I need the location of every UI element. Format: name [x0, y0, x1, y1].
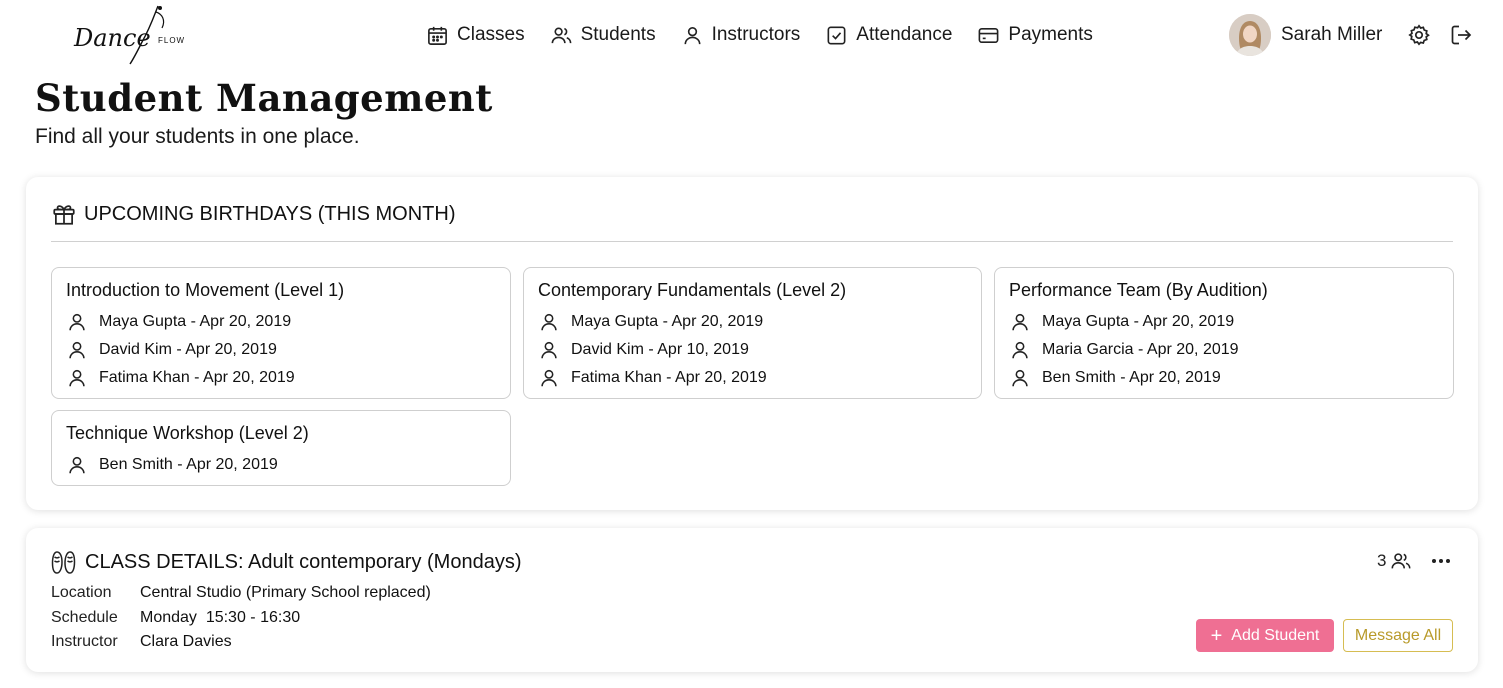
student-item[interactable]: David Kim - Apr 10, 2019 [538, 339, 749, 361]
user-name[interactable]: Sarah Miller [1281, 24, 1382, 46]
student-text: David Kim - Apr 20, 2019 [99, 341, 277, 358]
message-all-label: Message All [1354, 626, 1442, 644]
class-title: Performance Team (By Audition) [1009, 280, 1268, 300]
student-item[interactable]: Maya Gupta - Apr 20, 2019 [538, 311, 763, 333]
detail-label: Location [51, 584, 112, 601]
class-title: Introduction to Movement (Level 1) [66, 280, 345, 300]
avatar[interactable] [1229, 14, 1271, 56]
plus-icon: + [1210, 624, 1223, 647]
student-text: Fatima Khan - Apr 20, 2019 [99, 369, 295, 386]
dance-flow-logo[interactable]: Dance FLOW [70, 2, 200, 66]
page-subtitle: Find all your students in one place. [35, 125, 360, 148]
credit-card-icon [979, 27, 999, 43]
nav-classes[interactable]: Classes [426, 24, 525, 47]
detail-row-instructor: Instructor Clara Davies [51, 633, 232, 651]
user-icon [541, 341, 557, 359]
user-icon [69, 313, 85, 331]
logout-button[interactable] [1448, 22, 1474, 48]
detail-label: Schedule [51, 609, 118, 626]
gear-icon [1408, 24, 1431, 46]
student-item[interactable]: Maya Gupta - Apr 20, 2019 [1009, 311, 1234, 333]
ballet-shoes-icon [51, 551, 76, 574]
more-horizontal-icon [1432, 559, 1450, 563]
user-icon [69, 341, 85, 359]
users-icon [551, 26, 571, 43]
student-item[interactable]: Fatima Khan - Apr 20, 2019 [66, 367, 295, 389]
nav-instructors-label: Instructors [711, 24, 801, 45]
checkbox-icon [827, 26, 846, 44]
logo-graphic: Dance FLOW [73, 5, 185, 65]
student-text: Maya Gupta - Apr 20, 2019 [99, 313, 292, 330]
top-bar: Dance FLOW Classes Students Instructors [0, 0, 1503, 70]
detail-value: Monday 15:30 - 16:30 [140, 609, 301, 626]
detail-value: Central Studio (Primary School replaced) [140, 584, 431, 601]
avatar-image [1229, 14, 1271, 56]
detail-label: Instructor [51, 633, 118, 650]
main-nav: Classes Students Instructors Attendance … [426, 20, 1093, 50]
class-details-card: CLASS DETAILS: Adult contemporary (Monda… [26, 528, 1478, 672]
nav-students-label: Students [580, 24, 656, 45]
logout-icon [1452, 25, 1472, 45]
user-icon [69, 369, 85, 387]
section-divider [51, 241, 1453, 242]
nav-payments-label: Payments [1008, 24, 1093, 45]
student-item[interactable]: David Kim - Apr 20, 2019 [66, 339, 277, 361]
user-icon [541, 369, 557, 387]
class-details-heading: CLASS DETAILS: Adult contemporary (Monda… [85, 550, 522, 573]
student-count[interactable]: 3 [1377, 550, 1412, 572]
class-title: Technique Workshop (Level 2) [66, 423, 309, 443]
student-item[interactable]: Fatima Khan - Apr 20, 2019 [538, 367, 767, 389]
birthday-class-box[interactable]: Performance Team (By Audition) Maya Gupt… [994, 267, 1454, 399]
student-text: Ben Smith - Apr 20, 2019 [1042, 369, 1221, 386]
birthdays-heading: UPCOMING BIRTHDAYS (THIS MONTH) [84, 202, 456, 225]
student-item[interactable]: Maria Garcia - Apr 20, 2019 [1009, 339, 1239, 361]
nav-students[interactable]: Students [550, 24, 656, 47]
nav-instructors[interactable]: Instructors [681, 24, 801, 47]
message-all-button[interactable]: Message All [1343, 619, 1453, 652]
nav-attendance[interactable]: Attendance [825, 24, 952, 47]
logo-sub: FLOW [158, 36, 185, 45]
add-student-button[interactable]: + Add Student [1196, 619, 1334, 652]
student-text: Maria Garcia - Apr 20, 2019 [1042, 341, 1239, 358]
nav-classes-label: Classes [457, 24, 525, 45]
gift-icon [53, 205, 75, 225]
student-item[interactable]: Ben Smith - Apr 20, 2019 [66, 454, 278, 476]
user-icon [1012, 369, 1028, 387]
nav-attendance-label: Attendance [856, 24, 953, 45]
settings-button[interactable] [1406, 22, 1432, 48]
birthday-class-box[interactable]: Technique Workshop (Level 2) Ben Smith -… [51, 410, 511, 486]
more-options-button[interactable] [1428, 550, 1454, 572]
student-item[interactable]: Ben Smith - Apr 20, 2019 [1009, 367, 1221, 389]
student-text: David Kim - Apr 10, 2019 [571, 341, 749, 358]
birthday-class-box[interactable]: Introduction to Movement (Level 1) Maya … [51, 267, 511, 399]
student-text: Maya Gupta - Apr 20, 2019 [571, 313, 764, 330]
logo-text: Dance [73, 24, 151, 52]
student-item[interactable]: Maya Gupta - Apr 20, 2019 [66, 311, 291, 333]
page-title: Student Management [35, 76, 493, 120]
add-student-label: Add Student [1231, 626, 1320, 644]
birthdays-card: UPCOMING BIRTHDAYS (THIS MONTH) Introduc… [26, 177, 1478, 510]
detail-row-schedule: Schedule Monday 15:30 - 16:30 [51, 609, 300, 627]
users-icon [1391, 553, 1411, 569]
user-icon [69, 456, 85, 474]
birthday-class-box[interactable]: Contemporary Fundamentals (Level 2) Maya… [523, 267, 982, 399]
class-details-header: CLASS DETAILS: Adult contemporary (Monda… [50, 548, 521, 576]
student-text: Fatima Khan - Apr 20, 2019 [571, 369, 767, 386]
detail-row-location: Location Central Studio (Primary School … [51, 584, 431, 602]
student-text: Ben Smith - Apr 20, 2019 [99, 456, 278, 473]
user-icon [684, 26, 701, 44]
student-text: Maya Gupta - Apr 20, 2019 [1042, 313, 1235, 330]
detail-value: Clara Davies [140, 633, 232, 650]
user-menu: Sarah Miller [1229, 14, 1474, 56]
calendar-icon [428, 26, 447, 45]
user-icon [1012, 341, 1028, 359]
user-icon [1012, 313, 1028, 331]
student-count-value: 3 [1377, 551, 1387, 570]
birthdays-header: UPCOMING BIRTHDAYS (THIS MONTH) [51, 201, 455, 227]
user-icon [541, 313, 557, 331]
class-title: Contemporary Fundamentals (Level 2) [538, 280, 847, 300]
nav-payments[interactable]: Payments [977, 24, 1093, 47]
